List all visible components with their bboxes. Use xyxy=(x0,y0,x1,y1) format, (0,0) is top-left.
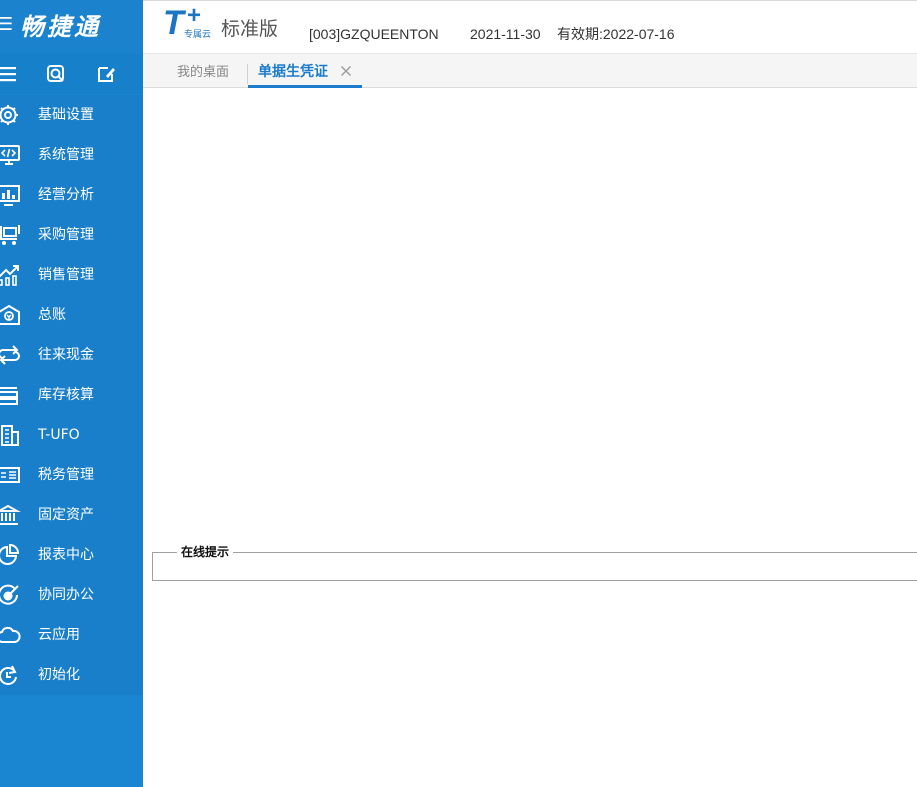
trend-icon xyxy=(0,264,21,286)
cart-icon xyxy=(0,224,21,246)
license-validity: 有效期:2022-07-16 xyxy=(557,26,675,42)
sidebar-item-label: 采购管理 xyxy=(38,227,94,243)
sidebar-item-report-center[interactable]: 报表中心 xyxy=(0,535,143,575)
building-icon xyxy=(0,424,21,446)
sidebar-item-purchase-management[interactable]: 采购管理 xyxy=(0,215,143,255)
gear-icon xyxy=(0,104,21,126)
sidebar-item-collaboration[interactable]: 协同办公 xyxy=(0,575,143,615)
cloud-icon xyxy=(0,624,21,646)
tab-label: 我的桌面 xyxy=(177,65,230,80)
header: T + 专属云 标准版 [003]GZQUEENTON 2021-11-30 有… xyxy=(143,0,917,54)
search-icon[interactable] xyxy=(46,64,68,84)
sidebar-item-fixed-assets[interactable]: 固定资产 xyxy=(0,495,143,535)
edit-icon[interactable] xyxy=(96,64,118,84)
tax-icon xyxy=(0,464,21,486)
sidebar: ☰ 畅捷通 基础设置 系统管理 经营分析 采购管理 销售管理 总账 往来现金 库… xyxy=(0,0,143,787)
sidebar-item-business-analysis[interactable]: 经营分析 xyxy=(0,175,143,215)
product-logo-plus: + xyxy=(187,2,202,29)
close-icon[interactable] xyxy=(338,63,354,79)
online-tips-panel: 在线提示 xyxy=(152,544,917,581)
sidebar-item-label: 销售管理 xyxy=(38,267,94,283)
sidebar-toolbar xyxy=(0,54,143,94)
sidebar-item-label: 固定资产 xyxy=(38,507,94,523)
sidebar-item-label: 云应用 xyxy=(38,627,80,643)
target-icon xyxy=(0,584,21,606)
tab-label: 单据生凭证 xyxy=(258,64,328,80)
sidebar-item-label: 报表中心 xyxy=(38,547,94,563)
sidebar-item-general-ledger[interactable]: 总账 xyxy=(0,295,143,335)
product-logo-sub: 专属云 xyxy=(184,30,212,40)
active-tab-indicator xyxy=(248,85,362,88)
tab-voucher-generation[interactable]: 单据生凭证 xyxy=(248,54,362,88)
sidebar-nav: 基础设置 系统管理 经营分析 采购管理 销售管理 总账 往来现金 库存核算 T-… xyxy=(0,95,143,695)
product-logo-t: T xyxy=(163,4,184,42)
sidebar-item-cloud-apps[interactable]: 云应用 xyxy=(0,615,143,655)
sidebar-item-current-cash[interactable]: 往来现金 xyxy=(0,335,143,375)
pie-chart-icon xyxy=(0,544,21,566)
sidebar-item-basic-settings[interactable]: 基础设置 xyxy=(0,95,143,135)
sidebar-item-label: 库存核算 xyxy=(38,387,94,403)
login-date: 2021-11-30 xyxy=(470,26,541,42)
sidebar-item-label: 经营分析 xyxy=(38,187,94,203)
company-name: [003]GZQUEENTON xyxy=(309,26,439,42)
online-tips-title: 在线提示 xyxy=(177,544,234,560)
menu-icon[interactable] xyxy=(0,64,20,84)
sidebar-item-label: T-UFO xyxy=(38,427,80,443)
app-window: ☰ 畅捷通 基础设置 系统管理 经营分析 采购管理 销售管理 总账 往来现金 库… xyxy=(0,0,917,787)
sidebar-item-label: 系统管理 xyxy=(38,147,94,163)
sidebar-item-system-management[interactable]: 系统管理 xyxy=(0,135,143,175)
sidebar-item-label: 往来现金 xyxy=(38,347,94,363)
bar-chart-icon xyxy=(0,184,21,206)
sidebar-item-tax-management[interactable]: 税务管理 xyxy=(0,455,143,495)
sidebar-item-t-ufo[interactable]: T-UFO xyxy=(0,415,143,455)
sidebar-item-label: 初始化 xyxy=(38,667,80,683)
exchange-icon xyxy=(0,344,21,366)
brand-bar: ☰ 畅捷通 xyxy=(0,0,143,54)
product-edition: 标准版 xyxy=(221,18,279,40)
sidebar-item-initialize[interactable]: 初始化 xyxy=(0,655,143,695)
ledger-icon xyxy=(0,304,21,326)
brand-logo-text: 畅捷通 xyxy=(20,12,101,41)
monitor-code-icon xyxy=(0,144,21,166)
sidebar-item-label: 税务管理 xyxy=(38,467,94,483)
tab-bar: 我的桌面 单据生凭证 xyxy=(143,54,917,88)
warehouse-icon xyxy=(0,384,21,406)
bank-icon xyxy=(0,504,21,526)
refresh-icon xyxy=(0,664,21,686)
brand-menu-icon[interactable]: ☰ xyxy=(0,16,13,34)
sidebar-item-sales-management[interactable]: 销售管理 xyxy=(0,255,143,295)
main-content: 在线提示 xyxy=(143,89,917,787)
sidebar-item-inventory-accounting[interactable]: 库存核算 xyxy=(0,375,143,415)
sidebar-item-label: 基础设置 xyxy=(38,107,94,123)
sidebar-item-label: 总账 xyxy=(38,307,66,323)
sidebar-item-label: 协同办公 xyxy=(38,587,94,603)
